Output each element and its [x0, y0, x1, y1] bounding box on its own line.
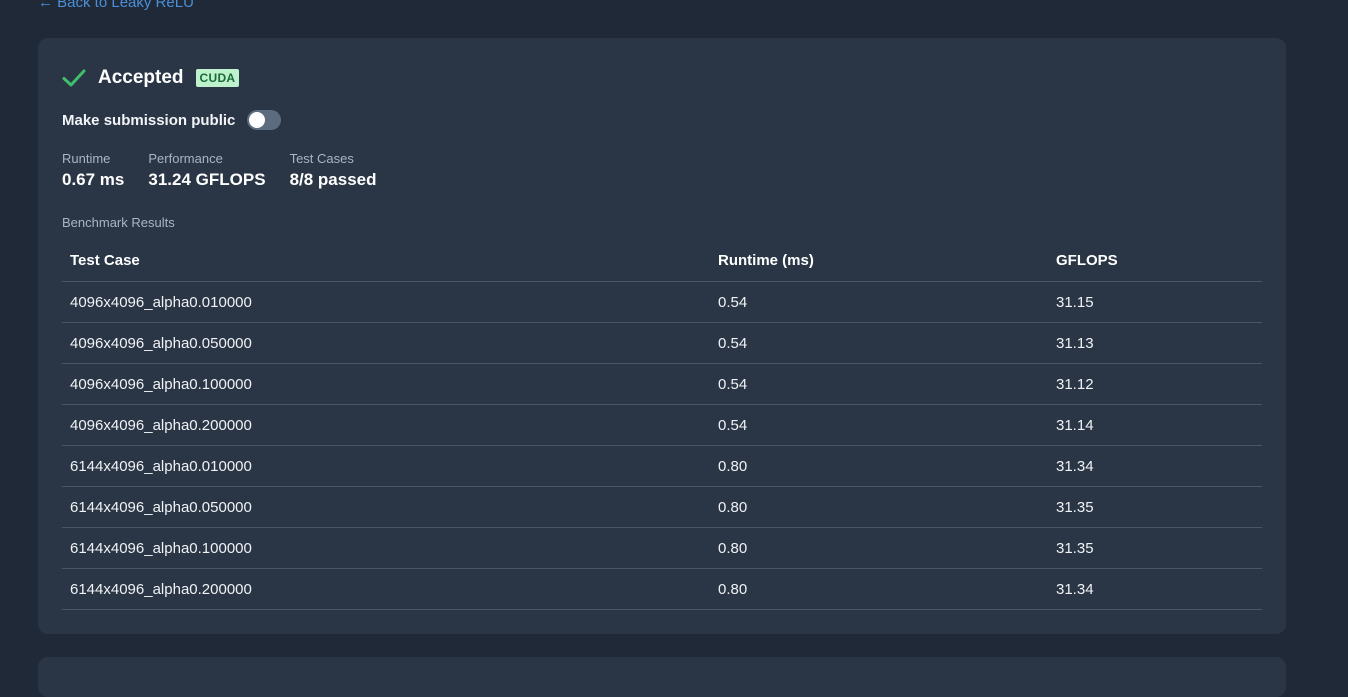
cell-test-case: 6144x4096_alpha0.050000 [62, 486, 710, 528]
cell-test-case: 6144x4096_alpha0.200000 [62, 568, 710, 610]
cell-gflops: 31.35 [1048, 527, 1262, 569]
table-row: 6144x4096_alpha0.010000 0.80 31.34 [62, 445, 1262, 487]
column-header-gflops: GFLOPS [1048, 240, 1262, 282]
cell-runtime: 0.80 [710, 568, 1048, 610]
cell-runtime: 0.54 [710, 281, 1048, 323]
back-link[interactable]: ← Back to Leaky ReLU [38, 0, 194, 11]
check-icon [62, 69, 86, 87]
cell-test-case: 6144x4096_alpha0.100000 [62, 527, 710, 569]
stat-test-cases: Test Cases 8/8 passed [290, 151, 377, 190]
toggle-knob [249, 112, 266, 128]
cell-gflops: 31.34 [1048, 568, 1262, 610]
cell-gflops: 31.13 [1048, 322, 1262, 364]
cell-gflops: 31.34 [1048, 445, 1262, 487]
cell-gflops: 31.15 [1048, 281, 1262, 323]
table-row: 6144x4096_alpha0.200000 0.80 31.34 [62, 568, 1262, 610]
cell-runtime: 0.54 [710, 363, 1048, 405]
cell-runtime: 0.80 [710, 486, 1048, 528]
cell-gflops: 31.14 [1048, 404, 1262, 446]
cell-gflops: 31.35 [1048, 486, 1262, 528]
cell-runtime: 0.54 [710, 322, 1048, 364]
stat-runtime: Runtime 0.67 ms [62, 151, 124, 190]
language-badge: CUDA [195, 69, 240, 87]
status-row: Accepted CUDA [62, 66, 240, 90]
table-row: 4096x4096_alpha0.100000 0.54 31.12 [62, 363, 1262, 405]
table-header-row: Test Case Runtime (ms) GFLOPS [62, 240, 1262, 282]
benchmark-table: Test Case Runtime (ms) GFLOPS 4096x4096_… [62, 240, 1262, 610]
table-row: 6144x4096_alpha0.100000 0.80 31.35 [62, 527, 1262, 569]
stat-performance: Performance 31.24 GFLOPS [148, 151, 265, 190]
stats-row: Runtime 0.67 ms Performance 31.24 GFLOPS… [62, 151, 401, 190]
table-row: 6144x4096_alpha0.050000 0.80 31.35 [62, 486, 1262, 528]
column-header-test-case: Test Case [62, 240, 710, 282]
public-toggle-label: Make submission public [62, 111, 236, 129]
cell-runtime: 0.54 [710, 404, 1048, 446]
cell-runtime: 0.80 [710, 445, 1048, 487]
stat-label: Runtime [62, 151, 111, 166]
cell-test-case: 4096x4096_alpha0.200000 [62, 404, 710, 446]
cell-test-case: 4096x4096_alpha0.100000 [62, 363, 710, 405]
public-toggle-row: Make submission public [62, 110, 282, 130]
table-row: 4096x4096_alpha0.010000 0.54 31.15 [62, 281, 1262, 323]
table-row: 4096x4096_alpha0.050000 0.54 31.13 [62, 322, 1262, 364]
cell-test-case: 6144x4096_alpha0.010000 [62, 445, 710, 487]
cell-gflops: 31.12 [1048, 363, 1262, 405]
column-header-runtime: Runtime (ms) [710, 240, 1048, 282]
cell-runtime: 0.80 [710, 527, 1048, 569]
benchmark-title: Benchmark Results [62, 215, 175, 230]
cell-test-case: 4096x4096_alpha0.050000 [62, 322, 710, 364]
status-text: Accepted [98, 67, 184, 88]
stat-value: 0.67 ms [62, 170, 125, 189]
stat-label: Performance [148, 151, 223, 166]
stat-value: 8/8 passed [289, 170, 377, 189]
public-toggle[interactable] [247, 110, 282, 130]
stat-label: Test Cases [289, 151, 354, 166]
submission-card: Accepted CUDA Make submission public Run… [38, 38, 1286, 634]
stat-value: 31.24 GFLOPS [148, 170, 266, 189]
table-row: 4096x4096_alpha0.200000 0.54 31.14 [62, 404, 1262, 446]
next-card [38, 657, 1286, 697]
cell-test-case: 4096x4096_alpha0.010000 [62, 281, 710, 323]
